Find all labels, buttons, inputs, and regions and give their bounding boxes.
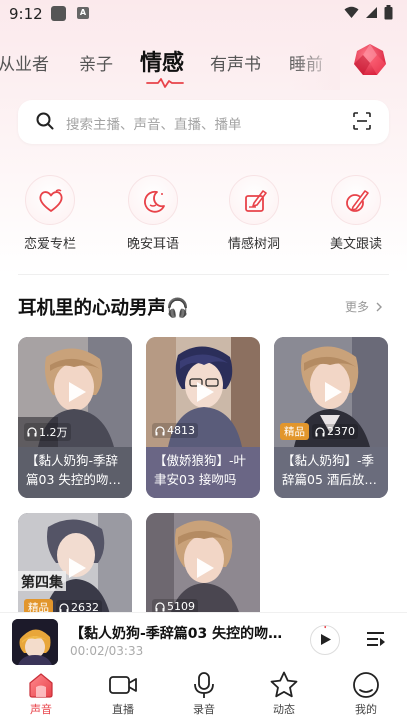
signal-icon: [366, 7, 377, 18]
nav-label: 我的: [355, 703, 377, 716]
mic-icon: [194, 672, 214, 698]
nav-record[interactable]: 录音: [174, 670, 234, 717]
audio-card[interactable]: 1.2万 【黏人奶狗-季辞篇03 失控的吻…: [18, 337, 132, 498]
playlist-icon[interactable]: [366, 631, 386, 649]
section-title: 耳机里的心动男声🎧: [18, 298, 190, 319]
play-count: 4813: [152, 423, 198, 438]
nav-label: 动态: [273, 703, 295, 716]
play-count: 1.2万: [24, 423, 71, 441]
headphones-icon: [155, 425, 165, 435]
play-count-value: 1.2万: [39, 426, 68, 439]
bottom-navigation: 声音 直播 录音 动态 我的: [0, 668, 407, 723]
premium-badge: 精品: [280, 423, 309, 440]
tab-emotion[interactable]: 情感: [140, 45, 184, 77]
pen-icon: [346, 190, 369, 212]
category-love-column[interactable]: 恋爱专栏: [10, 175, 90, 252]
card-title: 【黏人奶狗-季辞篇03 失控的吻…: [18, 447, 132, 498]
player-time: 00:02/03:33: [70, 644, 144, 658]
play-icon[interactable]: [320, 380, 344, 404]
tab-practitioner[interactable]: 从业者: [0, 50, 49, 75]
audio-card[interactable]: 4813 【傲娇狼狗】-叶聿安03 接吻吗: [146, 337, 260, 498]
headphones-icon: [27, 427, 37, 437]
svg-text:第四集: 第四集: [21, 574, 64, 591]
divider: [18, 274, 389, 275]
nav-label: 声音: [30, 703, 52, 716]
app-notification-icon: A: [77, 7, 89, 19]
battery-icon: [384, 5, 393, 20]
star-icon: [270, 671, 298, 698]
category-label: 美文跟读: [329, 237, 382, 252]
gem-avatar-icon[interactable]: [353, 43, 387, 77]
status-bar: 9:12 A: [0, 0, 407, 30]
audio-card[interactable]: 精品 2370 【黏人奶狗】-季辞篇05 酒后放…: [274, 337, 388, 498]
tab-parenting[interactable]: 亲子: [79, 50, 113, 75]
search-icon: [36, 112, 54, 130]
category-label: 恋爱专栏: [23, 237, 76, 252]
nav-feed[interactable]: 动态: [254, 670, 314, 717]
player-play-button[interactable]: [310, 625, 340, 655]
wifi-icon: [344, 6, 359, 18]
player-cover-image: [12, 619, 58, 665]
tab-active-indicator: [146, 78, 184, 88]
play-icon[interactable]: [192, 380, 216, 404]
home-icon: [29, 673, 53, 698]
player-title: 【黏人奶狗-季辞篇03 失控的吻…: [70, 626, 283, 642]
more-link[interactable]: 更多: [345, 298, 383, 315]
headphones-icon: [315, 426, 325, 436]
tabs-fade: [290, 40, 340, 90]
play-count: 2370: [312, 424, 358, 439]
tab-audiobook[interactable]: 有声书: [210, 50, 261, 75]
profile-icon: [353, 672, 379, 698]
video-icon: [109, 676, 137, 694]
category-emotion-treehole[interactable]: 情感树洞: [214, 175, 294, 252]
play-icon[interactable]: [192, 556, 216, 580]
nav-label: 直播: [112, 703, 134, 716]
card-title: 【黏人奶狗】-季辞篇05 酒后放…: [274, 447, 388, 498]
category-goodnight-whisper[interactable]: 晚安耳语: [113, 175, 193, 252]
play-count-value: 2370: [327, 425, 355, 438]
card-title: 【傲娇狼狗】-叶聿安03 接吻吗: [146, 447, 260, 498]
more-label: 更多: [345, 300, 370, 314]
notification-icon: [51, 6, 66, 21]
nav-live[interactable]: 直播: [93, 670, 153, 717]
category-label: 情感树洞: [227, 237, 280, 252]
scan-icon[interactable]: [353, 112, 371, 130]
headphones-icon: [59, 602, 69, 612]
nav-label: 录音: [193, 703, 215, 716]
search-placeholder: 搜索主播、声音、直播、播单: [66, 117, 242, 133]
headphones-icon: [155, 601, 165, 611]
notebook-icon: [245, 190, 267, 212]
category-label: 晚安耳语: [126, 237, 179, 252]
category-prose-reading[interactable]: 美文跟读: [316, 175, 396, 252]
search-bar[interactable]: 搜索主播、声音、直播、播单: [18, 100, 389, 144]
heart-icon: [39, 189, 63, 212]
play-icon: [321, 626, 331, 645]
play-count-value: 4813: [167, 424, 195, 437]
nav-sound[interactable]: 声音: [11, 670, 71, 717]
play-icon[interactable]: [64, 556, 88, 580]
mini-player[interactable]: 【黏人奶狗-季辞篇03 失控的吻… 00:02/03:33: [0, 612, 407, 668]
moon-icon: [144, 190, 165, 213]
chevron-right-icon: [376, 302, 382, 312]
status-time: 9:12: [9, 5, 43, 23]
play-icon[interactable]: [64, 380, 88, 404]
nav-profile[interactable]: 我的: [336, 670, 396, 717]
